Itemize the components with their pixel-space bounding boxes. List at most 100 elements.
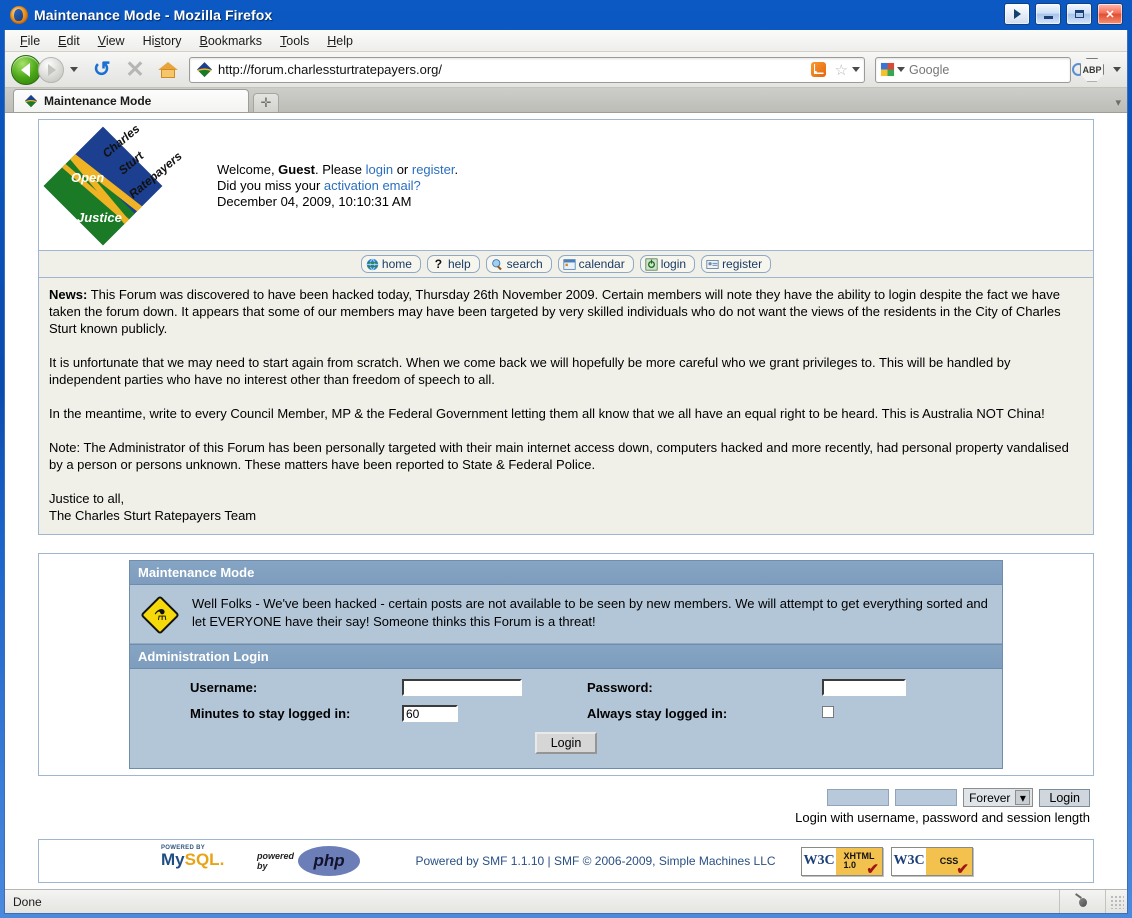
id-card-icon	[706, 259, 719, 269]
menu-file[interactable]: File	[11, 32, 49, 50]
smf-credit[interactable]: Powered by SMF 1.1.10 | SMF © 2006-2009,…	[360, 854, 801, 868]
checkmark-icon: ✔	[956, 860, 969, 878]
menu-help[interactable]: Help	[318, 32, 362, 50]
news-text-1: This Forum was discovered to have been h…	[49, 287, 1061, 336]
back-button[interactable]	[11, 54, 41, 85]
php-oval-logo: php	[298, 846, 361, 876]
nav-calendar-label: calendar	[578, 257, 625, 271]
browser-client-area: File Edit View History Bookmarks Tools H…	[4, 30, 1128, 914]
menu-view[interactable]: View	[89, 32, 134, 50]
url-bar[interactable]: http://forum.charlessturtratepayers.org/…	[189, 56, 865, 83]
welcome-username: Guest	[278, 162, 316, 177]
forum-footer: POWERED BY MySQL. powered by php Powered…	[38, 839, 1094, 883]
nav-register-button[interactable]: register	[701, 255, 772, 273]
new-tab-button[interactable]: ✛	[253, 93, 279, 112]
window-controls: ✕	[1004, 3, 1123, 25]
news-paragraph-1: News: This Forum was discovered to have …	[49, 286, 1083, 337]
navigation-toolbar: ↻ ✕ http://forum.charlessturtratepayers.…	[5, 52, 1127, 88]
forum-logo[interactable]: Open Justice Charles Sturt Ratepayers	[39, 120, 189, 250]
minimize-button[interactable]	[1035, 3, 1061, 25]
site-favicon	[197, 62, 212, 77]
search-input[interactable]	[905, 61, 1072, 78]
nav-login-button[interactable]: login	[639, 255, 696, 273]
nav-calendar-button[interactable]: calendar	[557, 255, 634, 273]
w3c-css-badge[interactable]: W3C CSS ✔	[891, 846, 973, 878]
w3c-xhtml-badge[interactable]: W3C XHTML 1.0 ✔	[801, 846, 883, 877]
menu-history[interactable]: History	[134, 32, 191, 50]
session-length-select[interactable]: Forever ▾	[963, 788, 1034, 807]
activation-line: Did you miss your activation email?	[217, 178, 1093, 194]
admin-login-submit-button[interactable]: Login	[534, 732, 598, 754]
welcome-line: Welcome, Guest. Please login or register…	[217, 162, 1093, 178]
overflow-button[interactable]	[1004, 3, 1030, 25]
login-link[interactable]: login	[366, 162, 393, 177]
maintenance-message-row: ⚗ Well Folks - We've been hacked - certa…	[130, 585, 1002, 644]
quick-login-submit-button[interactable]: Login	[1039, 788, 1090, 807]
quick-login-area: Forever ▾ Login Login with username, pas…	[38, 788, 1094, 825]
google-icon[interactable]	[880, 62, 895, 77]
minutes-label: Minutes to stay logged in:	[190, 706, 351, 721]
tab-strip: Maintenance Mode ✛ ▾	[5, 88, 1127, 113]
search-bar[interactable]	[875, 56, 1085, 83]
search-engine-chevron-icon[interactable]	[897, 67, 905, 72]
logo-diamond-icon: Open Justice Charles Sturt Ratepayers	[43, 121, 185, 246]
mysql-logo[interactable]: POWERED BY MySQL.	[161, 845, 233, 877]
mysql-sql: SQL.	[184, 850, 225, 869]
menu-tools[interactable]: Tools	[271, 32, 318, 50]
nav-register-label: register	[722, 257, 763, 271]
chevron-down-icon[interactable]: ▾	[1015, 790, 1031, 805]
quick-login-password-input[interactable]	[895, 789, 958, 806]
maximize-button[interactable]	[1066, 3, 1092, 25]
reload-button[interactable]: ↻	[87, 55, 117, 85]
maintenance-message: Well Folks - We've been hacked - certain…	[192, 596, 988, 629]
quick-login-username-input[interactable]	[827, 789, 890, 806]
news-signoff: Justice to all, The Charles Sturt Ratepa…	[49, 490, 1083, 524]
nav-search-button[interactable]: search	[485, 255, 552, 273]
maintenance-title: Maintenance Mode	[130, 561, 1002, 585]
register-link[interactable]: register	[412, 162, 455, 177]
nav-login-label: login	[660, 257, 687, 271]
key-icon	[645, 257, 658, 271]
always-logged-in-checkbox[interactable]	[822, 706, 834, 718]
status-resize-cell[interactable]	[1105, 890, 1127, 913]
news-paragraph-3: In the meantime, write to every Council …	[49, 406, 1045, 421]
bookmark-dropdown-icon[interactable]	[852, 67, 860, 72]
status-bug-cell[interactable]	[1059, 890, 1105, 913]
forum-page: Open Justice Charles Sturt Ratepayers We…	[38, 113, 1094, 883]
username-input[interactable]	[402, 679, 522, 696]
stop-button[interactable]: ✕	[120, 55, 150, 85]
tab-maintenance-mode[interactable]: Maintenance Mode	[13, 89, 249, 112]
nav-home-button[interactable]: home	[360, 255, 421, 273]
resize-grip-icon[interactable]	[1109, 894, 1124, 909]
news-label: News:	[49, 287, 88, 302]
activation-email-link[interactable]: activation email?	[324, 178, 421, 193]
forum-header-panel: Open Justice Charles Sturt Ratepayers We…	[38, 119, 1094, 278]
nav-help-button[interactable]: ? help	[426, 255, 480, 273]
menu-bookmarks[interactable]: Bookmarks	[191, 32, 272, 50]
news-paragraph-4: Note: The Administrator of this Forum ha…	[49, 440, 1069, 472]
close-button[interactable]: ✕	[1097, 3, 1123, 25]
quick-login-caption: Login with username, password and sessio…	[795, 810, 1090, 825]
news-signoff-2: The Charles Sturt Ratepayers Team	[49, 508, 257, 523]
php-logo[interactable]: powered by php	[257, 846, 361, 876]
logo-word-open: Open	[71, 170, 105, 185]
bookmark-star-icon[interactable]: ☆	[835, 61, 848, 79]
minutes-input[interactable]	[402, 705, 458, 722]
chevron-down-icon[interactable]	[70, 67, 78, 72]
window-title: Maintenance Mode - Mozilla Firefox	[34, 7, 273, 23]
tab-list-chevron-icon[interactable]: ▾	[1115, 96, 1121, 109]
question-mark-icon: ?	[434, 256, 443, 271]
password-input[interactable]	[822, 679, 906, 696]
menu-edit[interactable]: Edit	[49, 32, 89, 50]
welcome-or: or	[393, 162, 412, 177]
page-viewport: Open Justice Charles Sturt Ratepayers We…	[5, 113, 1127, 889]
browser-window: Maintenance Mode - Mozilla Firefox ✕ Fil…	[0, 0, 1132, 918]
rss-icon[interactable]	[810, 62, 826, 77]
status-text: Done	[13, 894, 42, 909]
bug-icon[interactable]	[1075, 895, 1091, 909]
toolbar-overflow-chevron-icon[interactable]	[1113, 67, 1121, 72]
maintenance-panel: Maintenance Mode ⚗ Well Folks - We've be…	[38, 553, 1094, 776]
home-button[interactable]	[153, 55, 183, 85]
w3c-css-left-label: W3C	[893, 853, 925, 868]
forward-button[interactable]	[38, 56, 64, 83]
